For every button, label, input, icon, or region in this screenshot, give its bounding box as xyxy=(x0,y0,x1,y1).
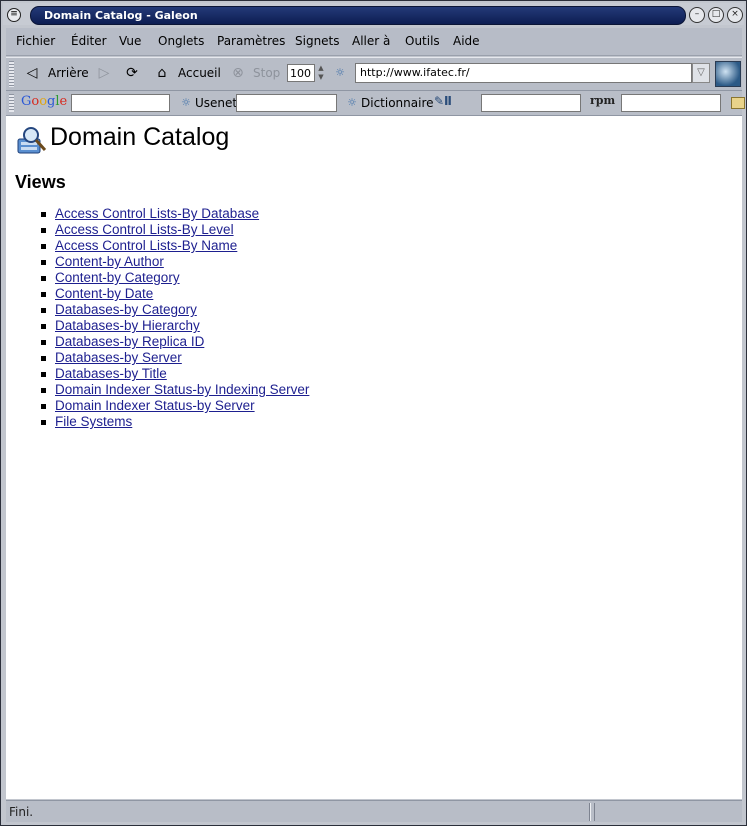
dictionary-logo-icon: ✎Ⅱ xyxy=(434,94,452,108)
menu-bar: Fichier Éditer Vue Onglets Paramètres Si… xyxy=(6,28,742,56)
view-link[interactable]: Content-by Author xyxy=(55,254,164,270)
usenet-label[interactable]: Usenet xyxy=(195,96,237,110)
url-field[interactable]: http://www.ifatec.fr/ xyxy=(355,63,692,83)
bullet xyxy=(41,244,46,249)
search-toolbar: Google ☼ Usenet ☼ Dictionnaire ✎Ⅱ rpm xyxy=(6,91,745,116)
view-link[interactable]: Domain Indexer Status-by Indexing Server xyxy=(55,382,309,398)
minimize-icon[interactable]: – xyxy=(689,7,705,23)
bullet xyxy=(41,356,46,361)
view-link[interactable]: Databases-by Hierarchy xyxy=(55,318,200,334)
back-button[interactable]: Arrière xyxy=(48,66,89,80)
google-search-input[interactable] xyxy=(71,94,170,112)
view-link[interactable]: Access Control Lists-By Level xyxy=(55,222,234,238)
view-link[interactable]: Databases-by Server xyxy=(55,350,182,366)
maximize-icon[interactable]: □ xyxy=(708,7,724,23)
view-link[interactable]: Databases-by Category xyxy=(55,302,197,318)
home-button[interactable]: Accueil xyxy=(178,66,221,80)
bullet xyxy=(41,276,46,281)
folder-icon[interactable] xyxy=(731,97,745,109)
toolbar-grip[interactable] xyxy=(9,61,14,87)
google-logo-icon: Google xyxy=(21,94,68,109)
menu-parametres[interactable]: Paramètres xyxy=(217,34,285,48)
back-arrow-icon[interactable]: ◁ xyxy=(24,65,40,81)
view-link[interactable]: Databases-by Replica ID xyxy=(55,334,204,350)
page-info-icon[interactable]: ☼ xyxy=(332,65,348,81)
menu-aide[interactable]: Aide xyxy=(453,34,480,48)
title-pill[interactable]: Domain Catalog - Galeon xyxy=(30,6,686,25)
galeon-throbber-icon xyxy=(715,61,741,87)
status-bar: Fini. xyxy=(6,800,742,822)
stop-icon[interactable]: ⊗ xyxy=(230,65,246,81)
home-icon[interactable]: ⌂ xyxy=(154,65,170,81)
view-link[interactable]: Access Control Lists-By Database xyxy=(55,206,259,222)
status-divider xyxy=(594,803,595,821)
bullet xyxy=(41,308,46,313)
bullet xyxy=(41,404,46,409)
title-bar: ≡ Domain Catalog - Galeon – □ × xyxy=(3,3,744,25)
status-divider xyxy=(589,803,590,821)
browser-window: ≡ Domain Catalog - Galeon – □ × Fichier … xyxy=(0,0,747,826)
catalog-logo-icon xyxy=(17,127,47,154)
view-link[interactable]: Databases-by Title xyxy=(55,366,167,382)
menu-fichier[interactable]: Fichier xyxy=(16,34,55,48)
view-link[interactable]: Content-by Date xyxy=(55,286,153,302)
bullet xyxy=(41,372,46,377)
zoom-input[interactable]: 100 xyxy=(287,64,315,82)
window-menu-icon[interactable]: ≡ xyxy=(7,8,21,22)
menu-signets[interactable]: Signets xyxy=(295,34,340,48)
menu-outils[interactable]: Outils xyxy=(405,34,440,48)
page-content: Domain Catalog Views Access Control List… xyxy=(6,116,742,799)
bullet xyxy=(41,292,46,297)
bullet xyxy=(41,420,46,425)
bullet xyxy=(41,324,46,329)
navigation-toolbar: ◁ Arrière ▷ ⟳ ⌂ Accueil ⊗ Stop 100 ▲ ▼ ☼ … xyxy=(6,57,742,91)
menu-aller[interactable]: Aller à xyxy=(352,34,390,48)
menu-vue[interactable]: Vue xyxy=(119,34,141,48)
close-icon[interactable]: × xyxy=(727,7,743,23)
view-link[interactable]: Domain Indexer Status-by Server xyxy=(55,398,255,414)
dictionary-icon: ☼ xyxy=(347,96,357,109)
dictionary-label[interactable]: Dictionnaire xyxy=(361,96,434,110)
menu-onglets[interactable]: Onglets xyxy=(158,34,204,48)
url-dropdown-icon[interactable]: ▽ xyxy=(692,63,710,83)
usenet-search-input[interactable] xyxy=(236,94,337,112)
section-heading: Views xyxy=(15,172,66,192)
bullet xyxy=(41,340,46,345)
reload-icon[interactable]: ⟳ xyxy=(124,65,140,81)
searchbar-grip[interactable] xyxy=(9,94,14,112)
forward-arrow-icon[interactable]: ▷ xyxy=(96,65,112,81)
bullet xyxy=(41,228,46,233)
view-link[interactable]: File Systems xyxy=(55,414,132,430)
bullet xyxy=(41,388,46,393)
status-text: Fini. xyxy=(9,805,34,819)
dictionary-search-input[interactable] xyxy=(481,94,581,112)
view-link[interactable]: Access Control Lists-By Name xyxy=(55,238,237,254)
menu-editer[interactable]: Éditer xyxy=(71,34,107,48)
bullet xyxy=(41,260,46,265)
bullet xyxy=(41,212,46,217)
view-link[interactable]: Content-by Category xyxy=(55,270,180,286)
rpm-logo: rpm xyxy=(590,94,616,107)
window-title: Domain Catalog - Galeon xyxy=(44,9,198,22)
stop-button[interactable]: Stop xyxy=(253,66,280,80)
usenet-icon: ☼ xyxy=(181,96,191,109)
page-title: Domain Catalog xyxy=(50,123,230,151)
zoom-spinner-icon[interactable]: ▲ ▼ xyxy=(316,64,326,82)
rpm-search-input[interactable] xyxy=(621,94,721,112)
